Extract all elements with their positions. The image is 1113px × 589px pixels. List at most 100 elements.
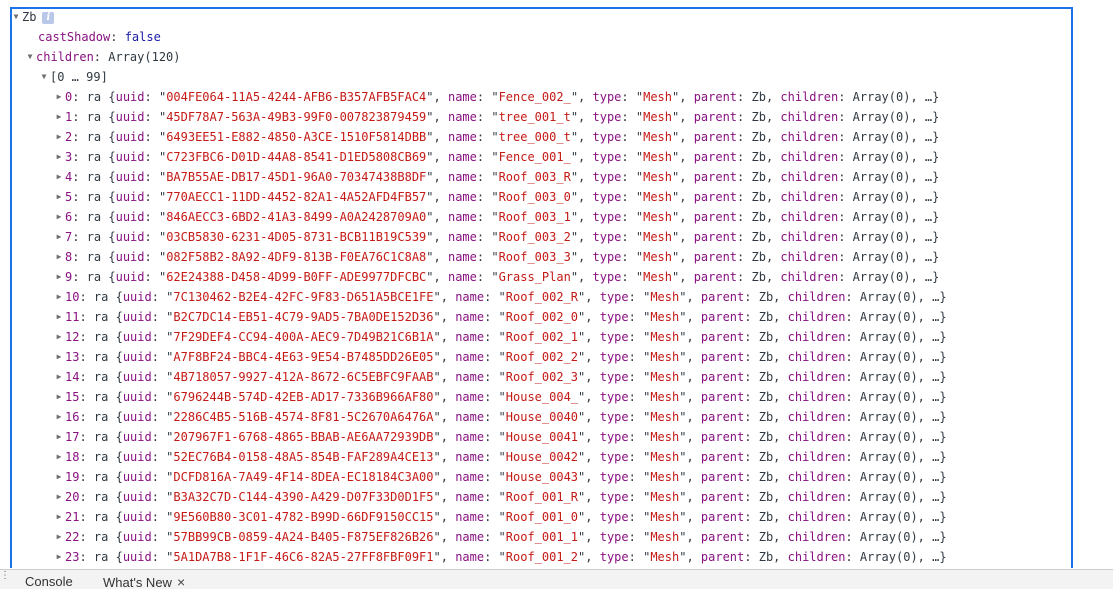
array-item-row[interactable]: ▶ 13: ra {uuid: "A7F8BF24-BBC4-4E63-9E54-… (53, 347, 947, 367)
expand-right-arrow-icon[interactable]: ▶ (53, 507, 65, 527)
item-index: 17 (65, 430, 80, 444)
expand-right-arrow-icon[interactable]: ▶ (53, 307, 65, 327)
expand-right-arrow-icon[interactable]: ▶ (53, 227, 65, 247)
array-item-row[interactable]: ▶ 5: ra {uuid: "770AECC1-11DD-4452-82A1-4… (53, 187, 940, 207)
item-class: ra (93, 550, 109, 564)
expand-right-arrow-icon[interactable]: ▶ (53, 547, 65, 567)
scrollbar-gutter[interactable] (1075, 0, 1113, 569)
item-uuid: 6796244B-574D-42EB-AD17-7336B966AF80 (173, 390, 434, 404)
array-item-row[interactable]: ▶ 9: ra {uuid: "62E24388-D458-4D99-B0FF-A… (53, 267, 940, 287)
expand-right-arrow-icon[interactable]: ▶ (53, 207, 65, 227)
expand-right-arrow-icon[interactable]: ▶ (53, 467, 65, 487)
array-item-row[interactable]: ▶ 14: ra {uuid: "4B718057-9927-412A-8672-… (53, 367, 947, 387)
root-object-row[interactable]: ▼ Zb i (10, 7, 55, 27)
item-name: Roof_002_0 (505, 310, 579, 324)
expand-right-arrow-icon[interactable]: ▶ (53, 407, 65, 427)
item-uuid: C723FBC6-D01D-44A8-8541-D1ED5808CB69 (166, 150, 427, 164)
item-type: Mesh (650, 510, 680, 524)
array-item-row[interactable]: ▶ 1: ra {uuid: "45DF78A7-563A-49B3-99F0-0… (53, 107, 940, 127)
item-class: ra (86, 130, 102, 144)
item-class: ra (86, 270, 102, 284)
property-value: Array(120) (108, 50, 181, 64)
item-parent: Zb (751, 150, 766, 164)
item-class: ra (86, 230, 102, 244)
array-item-row[interactable]: ▶ 4: ra {uuid: "BA7B55AE-DB17-45D1-96A0-7… (53, 167, 940, 187)
property-row-children[interactable]: ▼ children: Array(120) (24, 47, 181, 67)
property-key: castShadow (38, 30, 111, 44)
item-type: Mesh (650, 530, 680, 544)
expand-right-arrow-icon[interactable]: ▶ (53, 267, 65, 287)
array-item-row[interactable]: ▶ 2: ra {uuid: "6493EE51-E882-4850-A3CE-1… (53, 127, 940, 147)
item-type: Mesh (643, 90, 672, 104)
item-name: Fence_002_ (498, 90, 571, 104)
expand-right-arrow-icon[interactable]: ▶ (53, 327, 65, 347)
expand-right-arrow-icon[interactable]: ▶ (53, 447, 65, 467)
expand-right-arrow-icon[interactable]: ▶ (53, 367, 65, 387)
expand-right-arrow-icon[interactable]: ▶ (53, 287, 65, 307)
expand-right-arrow-icon[interactable]: ▶ (53, 187, 65, 207)
item-type: Mesh (650, 430, 680, 444)
array-item-row[interactable]: ▶ 16: ra {uuid: "2286C4B5-516B-4574-8F81-… (53, 407, 947, 427)
drawer-menu-icon[interactable]: ⋮ (0, 571, 10, 586)
item-name: tree_000_t (498, 130, 571, 144)
expand-right-arrow-icon[interactable]: ▶ (53, 107, 65, 127)
item-children: Array(0) (859, 450, 918, 464)
item-index: 13 (65, 350, 80, 364)
item-type: Mesh (650, 490, 680, 504)
array-item-row[interactable]: ▶ 6: ra {uuid: "846AECC3-6BD2-41A3-8499-A… (53, 207, 940, 227)
tab-console[interactable]: Console (25, 570, 73, 589)
expand-right-arrow-icon[interactable]: ▶ (53, 247, 65, 267)
item-type: Mesh (650, 470, 680, 484)
item-children: Array(0) (852, 210, 911, 224)
array-group-row[interactable]: ▼ [0 … 99] (38, 67, 108, 87)
item-type: Mesh (643, 230, 672, 244)
item-parent: Zb (751, 250, 766, 264)
item-name: Roof_002_3 (505, 370, 579, 384)
array-item-row[interactable]: ▶ 0: ra {uuid: "004FE064-11A5-4244-AFB6-B… (53, 87, 940, 107)
expand-right-arrow-icon[interactable]: ▶ (53, 87, 65, 107)
array-item-row[interactable]: ▶ 8: ra {uuid: "082F58B2-8A92-4DF9-813B-F… (53, 247, 940, 267)
item-type: Mesh (650, 410, 680, 424)
expand-right-arrow-icon[interactable]: ▶ (53, 147, 65, 167)
item-type: Mesh (650, 290, 680, 304)
expand-down-arrow-icon[interactable]: ▼ (38, 67, 50, 87)
expand-right-arrow-icon[interactable]: ▶ (53, 167, 65, 187)
expand-down-arrow-icon[interactable]: ▼ (10, 7, 22, 27)
array-item-row[interactable]: ▶ 10: ra {uuid: "7C130462-B2E4-42FC-9F83-… (53, 287, 947, 307)
array-item-row[interactable]: ▶ 12: ra {uuid: "7F29DEF4-CC94-400A-AEC9-… (53, 327, 947, 347)
tab-whats-new[interactable]: What's New × (103, 570, 185, 589)
item-type: Mesh (650, 390, 680, 404)
item-name: Roof_002_R (505, 290, 579, 304)
array-item-row[interactable]: ▶ 18: ra {uuid: "52EC76B4-0158-48A5-854B-… (53, 447, 947, 467)
array-item-row[interactable]: ▶ 23: ra {uuid: "5A1DA7B8-1F1F-46C6-82A5-… (53, 547, 947, 567)
expand-right-arrow-icon[interactable]: ▶ (53, 387, 65, 407)
array-item-row[interactable]: ▶ 3: ra {uuid: "C723FBC6-D01D-44A8-8541-D… (53, 147, 940, 167)
array-item-row[interactable]: ▶ 17: ra {uuid: "207967F1-6768-4865-BBAB-… (53, 427, 947, 447)
item-index: 19 (65, 470, 80, 484)
expand-down-arrow-icon[interactable]: ▼ (24, 47, 36, 67)
item-uuid: 7F29DEF4-CC94-400A-AEC9-7D49B21C6B1A (173, 330, 434, 344)
expand-right-arrow-icon[interactable]: ▶ (53, 427, 65, 447)
item-class: ra (93, 470, 109, 484)
info-icon[interactable]: i (42, 11, 55, 24)
array-item-row[interactable]: ▶ 11: ra {uuid: "B2C7DC14-EB51-4C79-9AD5-… (53, 307, 947, 327)
array-item-row[interactable]: ▶ 21: ra {uuid: "9E560B80-3C01-4782-B99D-… (53, 507, 947, 527)
expand-right-arrow-icon[interactable]: ▶ (53, 527, 65, 547)
item-name: House_0041 (505, 430, 579, 444)
item-type: Mesh (650, 350, 680, 364)
item-class: ra (86, 90, 102, 104)
expand-right-arrow-icon[interactable]: ▶ (53, 487, 65, 507)
array-item-row[interactable]: ▶ 22: ra {uuid: "57BB99CB-0859-4A24-B405-… (53, 527, 947, 547)
array-item-row[interactable]: ▶ 7: ra {uuid: "03CB5830-6231-4D05-8731-B… (53, 227, 940, 247)
array-item-row[interactable]: ▶ 19: ra {uuid: "DCFD816A-7A49-4F14-8DEA-… (53, 467, 947, 487)
array-item-row[interactable]: ▶ 15: ra {uuid: "6796244B-574D-42EB-AD17-… (53, 387, 947, 407)
item-type: Mesh (643, 210, 672, 224)
array-item-row[interactable]: ▶ 20: ra {uuid: "B3A32C7D-C144-4390-A429-… (53, 487, 947, 507)
item-parent: Zb (758, 510, 774, 524)
close-icon[interactable]: × (177, 574, 185, 589)
item-class: ra (93, 310, 109, 324)
item-name: Roof_003_3 (498, 250, 571, 264)
expand-right-arrow-icon[interactable]: ▶ (53, 347, 65, 367)
item-children: Array(0) (852, 130, 911, 144)
expand-right-arrow-icon[interactable]: ▶ (53, 127, 65, 147)
